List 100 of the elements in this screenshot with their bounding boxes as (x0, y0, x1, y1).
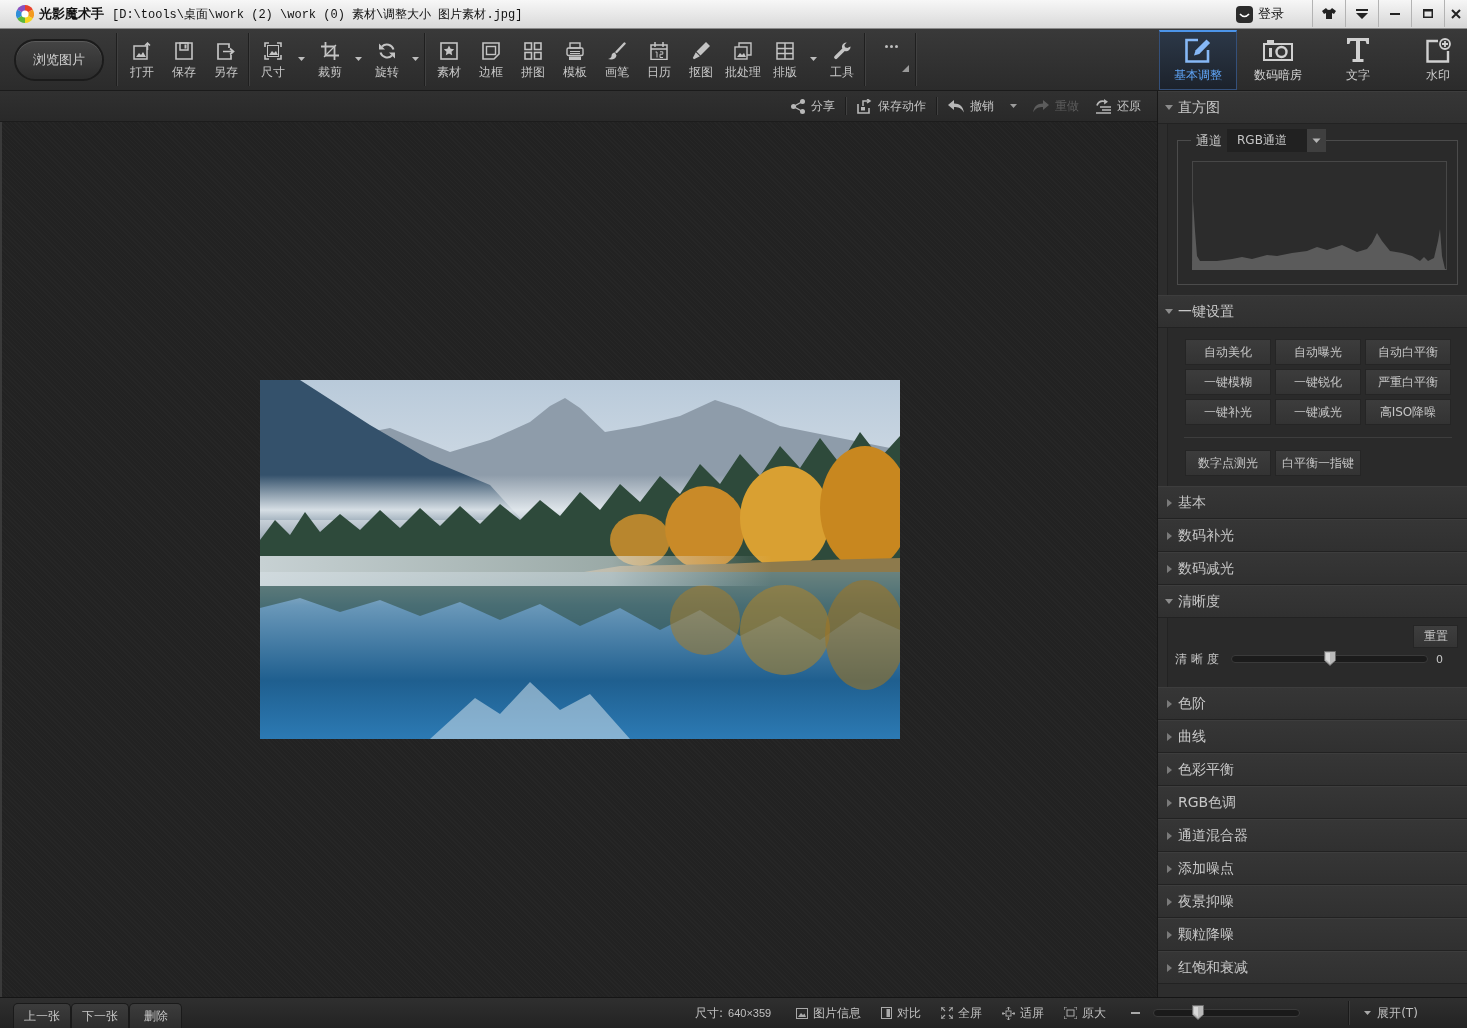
tool-button[interactable]: 尺寸 (252, 29, 309, 90)
reset-button[interactable]: 重置 (1413, 625, 1458, 648)
nav-button[interactable]: 删除 (129, 1003, 182, 1028)
star-frame-icon (440, 42, 458, 60)
picture-icon (796, 1007, 809, 1019)
tool-button[interactable]: 裁剪 (309, 29, 366, 90)
action-button[interactable]: 还原 (1091, 94, 1145, 118)
preset-button[interactable]: 一键锐化 (1275, 369, 1361, 395)
preset-button[interactable]: 一键模糊 (1185, 369, 1271, 395)
channel-dropdown[interactable]: RGB通道 (1227, 129, 1326, 152)
save-icon (175, 42, 193, 60)
view-button[interactable]: 图片信息 (796, 1004, 862, 1022)
section-header[interactable]: 通道混合器 (1158, 819, 1467, 852)
browse-button[interactable]: 浏览图片 (14, 38, 104, 81)
section-header[interactable]: 添加噪点 (1158, 852, 1467, 885)
tool-button[interactable]: 批处理 (722, 29, 764, 90)
window-title: [D:\tools\桌面\work (2) \work (0) 素材\调整大小 图片素材.jpg] (112, 6, 523, 23)
preset-button[interactable]: 白平衡一指键 (1275, 450, 1361, 476)
pen-icon (692, 42, 710, 60)
mode-tab[interactable]: 水印 (1399, 30, 1467, 90)
grid-icon (524, 42, 542, 60)
redo-icon (1033, 99, 1049, 113)
app-name: 光影魔术手 (39, 5, 104, 23)
section-header[interactable]: 一键设置 (1158, 295, 1467, 328)
channel-label: 通道 (1195, 132, 1223, 150)
text-t-icon (1347, 38, 1369, 62)
mode-tab[interactable]: 文字 (1319, 30, 1397, 90)
login-button[interactable]: 登录 (1234, 3, 1286, 25)
nav-button[interactable]: 上一张 (13, 1003, 71, 1028)
preset-button[interactable]: 自动美化 (1185, 339, 1271, 365)
mode-tab[interactable]: 基本调整 (1159, 30, 1237, 90)
nav-button[interactable]: 下一张 (71, 1003, 129, 1028)
save-action-icon (857, 98, 872, 114)
section-header[interactable]: 基本 (1158, 486, 1467, 519)
minus-icon (1131, 1012, 1141, 1014)
share-icon (791, 98, 805, 114)
slider-value: 0 (1436, 652, 1443, 666)
wrench-icon (833, 42, 851, 60)
section-header[interactable]: 数码补光 (1158, 519, 1467, 552)
restore-icon (1095, 98, 1111, 114)
undo-icon (948, 99, 964, 113)
slider-handle[interactable] (1191, 1005, 1204, 1020)
section-header[interactable]: 数码减光 (1158, 552, 1467, 585)
more-button[interactable] (882, 43, 901, 50)
section-header[interactable]: 直方图 (1158, 91, 1467, 124)
rotate-icon (378, 42, 396, 60)
tool-button[interactable]: 模板 (554, 29, 596, 90)
action-button[interactable]: 撤销 (944, 94, 1021, 118)
edit-square-icon (1185, 37, 1211, 63)
expand-button[interactable]: 展开(T) (1364, 1004, 1418, 1022)
square-plus-icon (1425, 37, 1451, 63)
section-header[interactable]: 色彩平衡 (1158, 753, 1467, 786)
section-header[interactable]: RGB色调 (1158, 786, 1467, 819)
preset-button[interactable]: 一键补光 (1185, 399, 1271, 425)
tool-button[interactable]: 排版 (764, 29, 821, 90)
tool-button[interactable]: 旋转 (366, 29, 423, 90)
mode-tab[interactable]: 数码暗房 (1239, 30, 1317, 90)
brush-icon (608, 42, 626, 60)
action-button[interactable]: 分享 (787, 94, 839, 118)
tool-button[interactable]: 日历 (638, 29, 680, 90)
preset-button[interactable]: 高ISO降噪 (1365, 399, 1451, 425)
tool-button[interactable]: 边框 (470, 29, 512, 90)
preset-button[interactable]: 自动曝光 (1275, 339, 1361, 365)
section-header[interactable]: 夜景抑噪 (1158, 885, 1467, 918)
tool-button[interactable]: 保存 (163, 29, 205, 90)
fit-screen-icon (1002, 1006, 1016, 1020)
section-header[interactable]: 清晰度 (1158, 585, 1467, 618)
tool-button[interactable]: 画笔 (596, 29, 638, 90)
view-button[interactable]: 原大 (1064, 1004, 1107, 1022)
tool-button[interactable]: 另存 (205, 29, 247, 90)
layout-icon (776, 42, 794, 60)
fullscreen-icon (941, 1007, 954, 1019)
section-header[interactable]: 红饱和衰减 (1158, 951, 1467, 984)
slider-label: 清 晰 度 (1175, 650, 1220, 668)
tool-button[interactable]: 素材 (428, 29, 470, 90)
save-as-icon (217, 42, 235, 60)
preset-button[interactable]: 严重白平衡 (1365, 369, 1451, 395)
compare-icon (881, 1007, 893, 1019)
slider-handle[interactable] (1323, 651, 1336, 666)
size-value: 640×359 (728, 1007, 772, 1019)
stacked-pictures-icon (734, 42, 752, 60)
preset-button[interactable]: 一键减光 (1275, 399, 1361, 425)
crop-icon (321, 42, 339, 60)
app-logo-icon (16, 5, 34, 23)
view-button[interactable]: 全屏 (941, 1004, 983, 1022)
tool-button[interactable]: 抠图 (680, 29, 722, 90)
view-button[interactable]: 适屏 (1002, 1004, 1045, 1022)
view-button[interactable]: 对比 (881, 1004, 922, 1022)
size-label: 尺寸: (695, 1004, 724, 1022)
more-dots-icon (885, 45, 898, 48)
tool-button[interactable]: 拼图 (512, 29, 554, 90)
corner-triangle-icon (902, 65, 909, 72)
section-header[interactable]: 曲线 (1158, 720, 1467, 753)
preset-button[interactable]: 数字点测光 (1185, 450, 1271, 476)
preset-button[interactable]: 自动白平衡 (1365, 339, 1451, 365)
action-button[interactable]: 保存动作 (853, 94, 930, 118)
tool-button[interactable]: 打开 (121, 29, 163, 90)
section-header[interactable]: 颗粒降噪 (1158, 918, 1467, 951)
section-header[interactable]: 色阶 (1158, 687, 1467, 720)
tool-button[interactable]: 工具 (821, 29, 863, 90)
